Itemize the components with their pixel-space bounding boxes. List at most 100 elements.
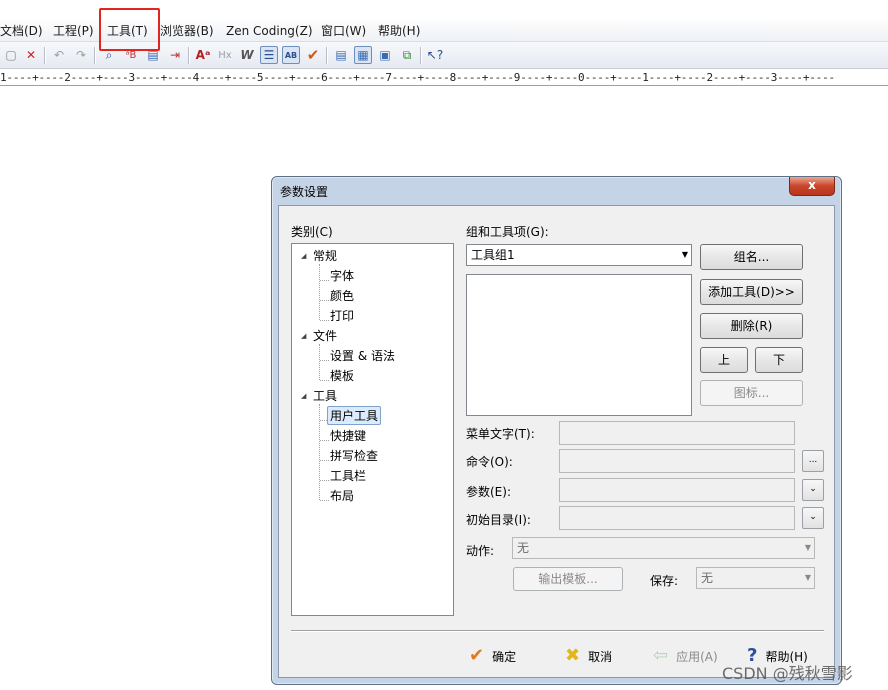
tree-item-color[interactable]: 颜色 xyxy=(330,287,354,304)
apply-button[interactable]: ⇦ 应用(A) xyxy=(653,644,718,668)
font-icon[interactable]: Aᵃ xyxy=(194,46,212,64)
params-field[interactable] xyxy=(559,478,795,502)
menu-document[interactable]: 文档(D) xyxy=(0,23,43,39)
menu-zen-coding[interactable]: Zen Coding(Z) xyxy=(226,23,313,39)
group-tools-label: 组和工具项(G): xyxy=(466,225,549,239)
hex-icon[interactable]: Hx xyxy=(216,46,234,64)
browse-command-button[interactable]: ... xyxy=(802,450,824,472)
apply-label: 应用(A) xyxy=(676,649,718,664)
tool-group-select[interactable]: 工具组1 ▼ xyxy=(466,244,692,266)
tree-line xyxy=(320,380,329,381)
chevron-down-icon: ⌄ xyxy=(809,484,817,494)
help-pointer-icon[interactable]: ↖? xyxy=(426,46,444,64)
dropdown-arrow-icon: ▼ xyxy=(804,573,811,582)
menu-help[interactable]: 帮助(H) xyxy=(378,23,420,39)
view2-icon[interactable]: ▦ xyxy=(354,46,372,64)
column-ruler: 1----+----2----+----3----+----4----+----… xyxy=(0,69,888,86)
tree-line xyxy=(319,344,320,380)
init-dir-menu-button[interactable]: ⌄ xyxy=(802,507,824,529)
menu-text-field[interactable] xyxy=(559,421,795,445)
tree-item-user-tools[interactable]: 用户工具 xyxy=(327,406,382,425)
expand-triangle-icon[interactable]: ◢ xyxy=(301,332,306,340)
tree-item-toolbar[interactable]: 工具栏 xyxy=(330,467,366,484)
init-dir-field[interactable] xyxy=(559,506,795,530)
command-label: 命令(O): xyxy=(466,455,513,469)
tree-item-general[interactable]: 常规 xyxy=(313,247,337,264)
save-value: 无 xyxy=(701,571,714,585)
category-label: 类别(C) xyxy=(291,225,333,239)
dialog-title: 参数设置 xyxy=(280,185,329,199)
close-button[interactable]: x xyxy=(789,177,835,196)
dropdown-arrow-icon: ▼ xyxy=(681,250,688,259)
tree-item-settings-syntax[interactable]: 设置 & 语法 xyxy=(330,347,395,364)
redo-icon[interactable]: ↷ xyxy=(72,46,90,64)
chevron-down-icon: ⌄ xyxy=(809,512,817,522)
toolbar-separator xyxy=(326,47,327,64)
apply-arrow-icon: ⇦ xyxy=(653,645,669,666)
menu-browser[interactable]: 浏览器(B) xyxy=(160,23,214,39)
dialog-body: 类别(C) ◢ 常规 字体 颜色 打印 ◢ 文件 设置 & 语法 模板 ◢ 工具… xyxy=(278,205,835,678)
paste-icon[interactable]: ▢ xyxy=(2,46,20,64)
ok-label: 确定 xyxy=(492,649,517,664)
action-select[interactable]: 无 ▼ xyxy=(512,537,815,559)
category-tree[interactable]: ◢ 常规 字体 颜色 打印 ◢ 文件 设置 & 语法 模板 ◢ 工具 用户工具 … xyxy=(291,243,454,616)
group-name-button[interactable]: 组名... xyxy=(700,244,803,270)
tool-items-list[interactable] xyxy=(466,274,692,416)
menu-text-label: 菜单文字(T): xyxy=(466,427,535,441)
annotation-highlight-box xyxy=(99,8,160,51)
word-wrap-icon[interactable]: W xyxy=(238,46,256,64)
move-down-button[interactable]: 下 xyxy=(755,347,803,373)
ok-button[interactable]: ✔ 确定 xyxy=(469,644,516,668)
command-field[interactable] xyxy=(559,449,795,473)
footer-separator xyxy=(291,630,824,632)
params-menu-button[interactable]: ⌄ xyxy=(802,479,824,501)
preferences-dialog: 参数设置 x 类别(C) ◢ 常规 字体 颜色 打印 ◢ 文件 设置 & 语法 xyxy=(271,176,842,685)
save-select[interactable]: 无 ▼ xyxy=(696,567,815,589)
icon-button[interactable]: 图标... xyxy=(700,380,803,406)
toolbar-separator xyxy=(420,47,421,64)
toolbar-separator xyxy=(44,47,45,64)
tree-item-layout[interactable]: 布局 xyxy=(330,487,354,504)
tree-line xyxy=(320,300,329,301)
watermark-text: CSDN @残秋雪影 xyxy=(722,664,853,683)
cancel-label: 取消 xyxy=(588,649,613,664)
expand-triangle-icon[interactable]: ◢ xyxy=(301,392,306,400)
cancel-button[interactable]: ✖ 取消 xyxy=(565,644,612,668)
tree-item-font[interactable]: 字体 xyxy=(330,267,354,284)
line-number-icon[interactable]: ☰ xyxy=(260,46,278,64)
tree-line xyxy=(320,460,329,461)
tree-item-file[interactable]: 文件 xyxy=(313,327,337,344)
action-value: 无 xyxy=(517,541,530,555)
toolbar-separator xyxy=(94,47,95,64)
add-tool-button[interactable]: 添加工具(D)>> xyxy=(700,279,803,305)
delete-icon[interactable]: ✕ xyxy=(22,46,40,64)
tree-item-spell-check[interactable]: 拼写检查 xyxy=(330,447,378,464)
tree-line xyxy=(320,360,329,361)
check-icon[interactable]: ✔ xyxy=(304,46,322,64)
tree-line xyxy=(320,320,329,321)
tree-line xyxy=(320,280,329,281)
tree-line xyxy=(320,500,329,501)
tree-item-shortcuts[interactable]: 快捷键 xyxy=(330,427,366,444)
tree-item-tools[interactable]: 工具 xyxy=(313,387,337,404)
menu-project[interactable]: 工程(P) xyxy=(53,23,94,39)
move-up-button[interactable]: 上 xyxy=(700,347,748,373)
tree-item-template[interactable]: 模板 xyxy=(330,367,354,384)
view1-icon[interactable]: ▤ xyxy=(332,46,350,64)
expand-triangle-icon[interactable]: ◢ xyxy=(301,252,306,260)
tree-line xyxy=(320,440,329,441)
tree-line xyxy=(320,480,329,481)
undo-icon[interactable]: ↶ xyxy=(50,46,68,64)
spell-check-icon[interactable]: AB xyxy=(282,46,300,64)
view4-icon[interactable]: ⧉ xyxy=(398,46,416,64)
menu-window[interactable]: 窗口(W) xyxy=(321,23,366,39)
tree-line xyxy=(319,404,320,500)
indent-icon[interactable]: ⇥ xyxy=(166,46,184,64)
output-template-button[interactable]: 输出模板... xyxy=(513,567,623,591)
close-icon: x xyxy=(808,178,816,192)
delete-button[interactable]: 删除(R) xyxy=(700,313,803,339)
save-label: 保存: xyxy=(650,574,679,588)
tree-item-print[interactable]: 打印 xyxy=(330,307,354,324)
view3-icon[interactable]: ▣ xyxy=(376,46,394,64)
params-label: 参数(E): xyxy=(466,485,511,499)
